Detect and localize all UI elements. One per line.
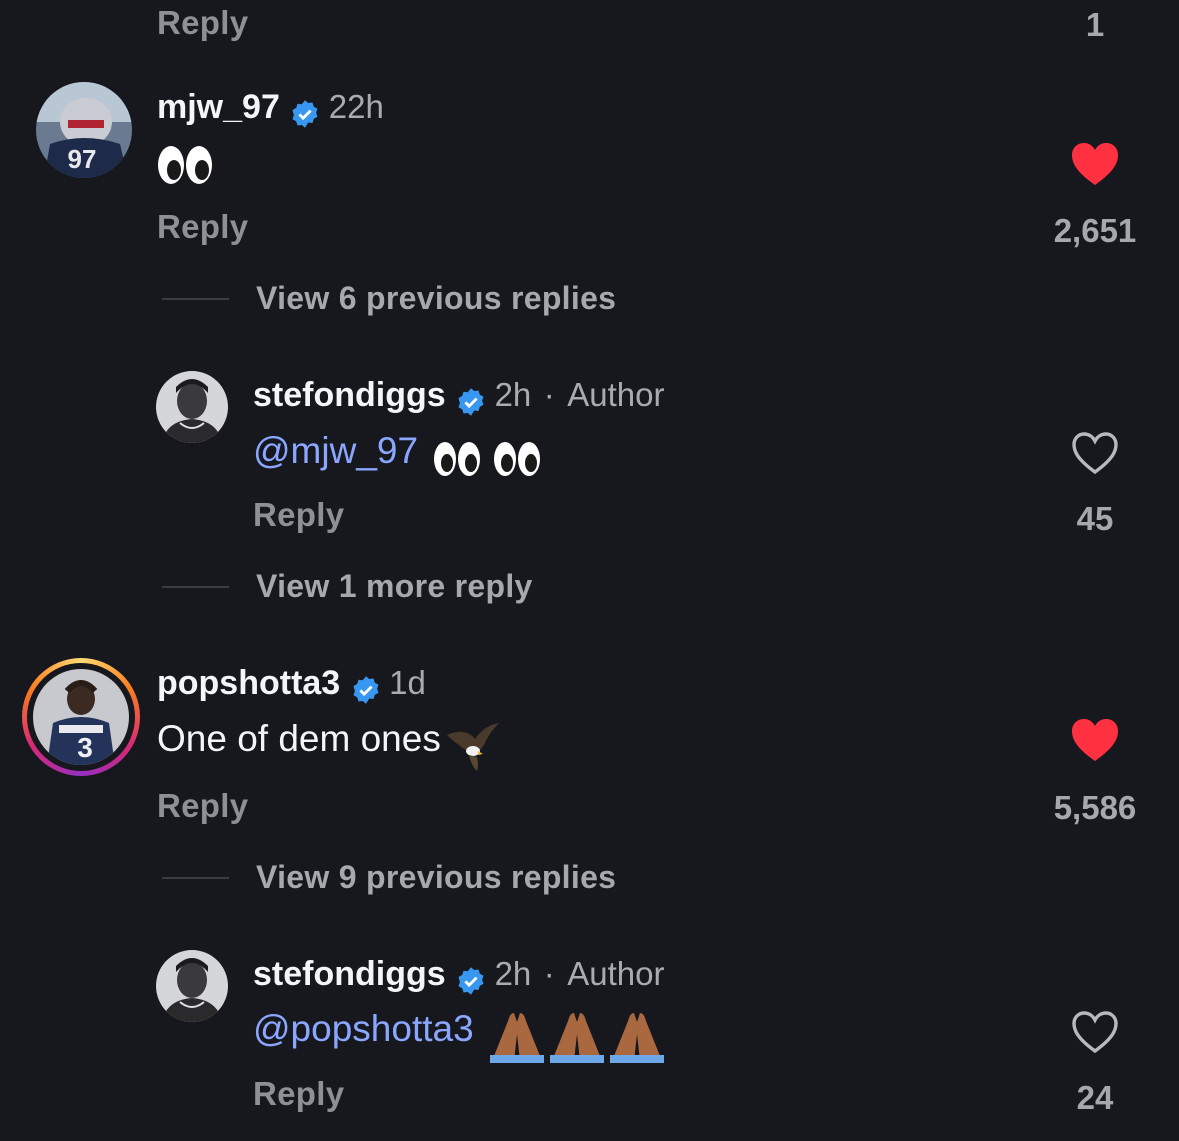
heart-filled-icon[interactable]: [1071, 142, 1119, 191]
heart-filled-icon[interactable]: [1071, 718, 1119, 767]
like-count: 45: [1076, 500, 1114, 537]
username[interactable]: mjw_97: [157, 88, 280, 126]
like-count: 5,586: [1053, 789, 1137, 826]
eyes-emoji-icon: [157, 144, 213, 191]
folded-hands-emoji-icon: [490, 1012, 665, 1063]
separator: ·: [543, 376, 555, 413]
verified-badge-icon: [458, 967, 484, 995]
reply-button[interactable]: Reply: [157, 208, 248, 246]
reply-button[interactable]: Reply: [253, 1075, 344, 1113]
heart-outline-icon[interactable]: [1071, 431, 1119, 480]
timestamp: 2h: [494, 376, 532, 413]
divider: [162, 877, 229, 879]
eyes-emoji-icon: [433, 441, 540, 476]
reply-button[interactable]: Reply: [253, 496, 344, 534]
view-replies-button[interactable]: View 1 more reply: [256, 568, 533, 605]
verified-badge-icon: [292, 100, 318, 128]
like-count: 1: [1085, 6, 1105, 43]
timestamp: 2h: [494, 955, 532, 992]
author-tag: Author: [567, 955, 665, 992]
verified-badge-icon: [458, 388, 484, 416]
avatar-image: 97: [36, 82, 132, 178]
view-replies-button[interactable]: View 6 previous replies: [256, 280, 616, 317]
mention-link[interactable]: @mjw_97: [253, 430, 418, 471]
comment-text: One of dem ones: [157, 718, 441, 759]
eagle-emoji-icon: [447, 722, 500, 771]
avatar[interactable]: [156, 371, 228, 443]
verified-badge-icon: [353, 676, 379, 704]
view-replies-button[interactable]: View 9 previous replies: [256, 859, 616, 896]
reply-button[interactable]: Reply: [157, 787, 248, 825]
divider: [162, 298, 229, 300]
avatar[interactable]: 97: [36, 82, 132, 178]
mention-link[interactable]: @popshotta3: [253, 1008, 474, 1049]
svg-text:97: 97: [68, 144, 97, 174]
timestamp: 22h: [328, 88, 384, 125]
avatar-image: [156, 371, 228, 443]
avatar: 3: [33, 669, 129, 765]
username[interactable]: stefondiggs: [253, 955, 446, 993]
heart-outline-icon[interactable]: [1071, 1010, 1119, 1059]
separator: ·: [543, 955, 555, 992]
reply-button[interactable]: Reply: [157, 4, 248, 42]
avatar-image: [156, 950, 228, 1022]
avatar[interactable]: [156, 950, 228, 1022]
divider: [162, 586, 229, 588]
svg-text:3: 3: [77, 732, 93, 763]
username[interactable]: stefondiggs: [253, 376, 446, 414]
username[interactable]: popshotta3: [157, 664, 340, 702]
like-count: 2,651: [1053, 212, 1137, 249]
author-tag: Author: [567, 376, 665, 413]
timestamp: 1d: [389, 664, 426, 701]
story-ring[interactable]: 3: [22, 658, 140, 776]
avatar-image: 3: [33, 669, 129, 765]
like-count: 24: [1076, 1079, 1114, 1116]
